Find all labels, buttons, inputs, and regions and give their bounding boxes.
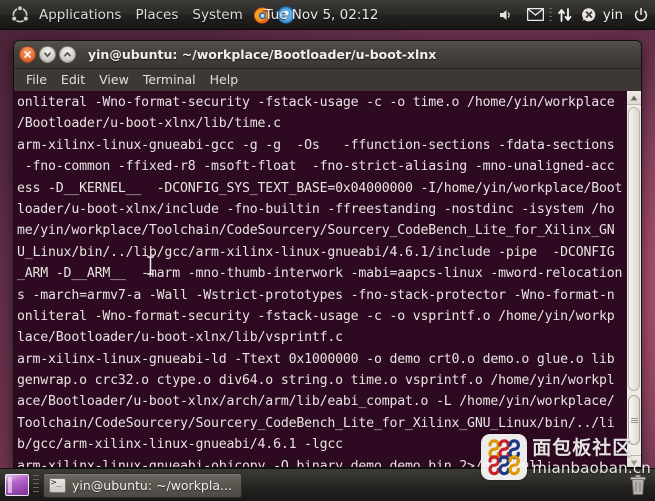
terminal-line: loader/u-boot-xlnx/include -fno-builtin … xyxy=(17,201,615,217)
scrollbar-grip xyxy=(630,419,638,421)
panel-handle[interactable] xyxy=(33,475,39,495)
terminal-line: onliteral -Wno-format-security -fstack-u… xyxy=(17,95,615,110)
scrollbar-track-upper[interactable] xyxy=(628,107,640,391)
terminal-line: -fno-common -ffixed-r8 -msoft-float -fno… xyxy=(17,159,615,175)
terminal-menu-terminal[interactable]: Terminal xyxy=(136,70,203,90)
close-icon[interactable] xyxy=(19,46,36,63)
terminal-line: _ARM -D__ARM__ -marm -mno-thumb-interwor… xyxy=(17,266,623,282)
user-name-label[interactable]: yin xyxy=(601,7,625,23)
scrollbar-trough[interactable] xyxy=(627,104,641,456)
watermark-text: 面包板社区 mianbaoban.cn xyxy=(532,436,651,477)
terminal-line: ace/Bootloader/u-boot-xlnx/arch/arm/lib/… xyxy=(17,394,615,410)
volume-icon[interactable] xyxy=(497,7,513,23)
terminal-line: onliteral -Wno-format-security -fstack-u… xyxy=(17,308,615,324)
watermark-domain: mianbaoban.cn xyxy=(532,458,651,477)
top-panel: Applications Places System ? Tue Nov 5, … xyxy=(0,0,655,30)
clock-label[interactable]: Tue Nov 5, 02:12 xyxy=(264,7,378,23)
terminal-menu-view[interactable]: View xyxy=(92,70,136,90)
user-status-icon[interactable] xyxy=(581,7,597,23)
taskbar-item-label: yin@ubuntu: ~/workpla... xyxy=(72,477,232,493)
desktop: Applications Places System ? Tue Nov 5, … xyxy=(0,0,655,501)
watermark-chinese: 面包板社区 xyxy=(532,436,633,459)
menu-system[interactable]: System xyxy=(185,4,249,26)
scrollbar-grip xyxy=(630,421,638,423)
watermark: 面包板社区 mianbaoban.cn xyxy=(481,434,651,480)
terminal-menu-file[interactable]: File xyxy=(19,70,54,90)
terminal-window-title: yin@ubuntu: ~/workplace/Bootloader/u-boo… xyxy=(88,47,437,62)
menu-applications[interactable]: Applications xyxy=(32,4,128,26)
tray-separator xyxy=(548,7,552,22)
terminal-body: onliteral -Wno-format-security -fstack-u… xyxy=(14,91,641,467)
terminal-line: genwrap.o crc32.o ctype.o div64.o string… xyxy=(17,373,615,389)
terminal-line: /Bootloader/u-boot-xlnx/lib/time.c xyxy=(17,116,281,132)
terminal-line: me/yin/workplace/Toolchain/CodeSourcery/… xyxy=(17,223,615,239)
terminal-line: U_Linux/bin/../lib/gcc/arm-xilinx-linux-… xyxy=(17,244,615,260)
terminal-output: onliteral -Wno-format-security -fstack-u… xyxy=(16,92,626,467)
minimize-icon[interactable] xyxy=(39,46,56,63)
terminal-scrollbar[interactable] xyxy=(626,91,641,467)
terminal-line: s -march=armv7-a -Wall -Wstrict-prototyp… xyxy=(17,287,615,303)
system-tray: yin xyxy=(413,7,655,23)
power-icon[interactable] xyxy=(633,7,649,23)
terminal-line: lace/Bootloader/u-boot-xlnx/lib/vsprintf… xyxy=(17,330,343,346)
taskbar-item-terminal[interactable]: yin@ubuntu: ~/workpla... xyxy=(43,472,242,498)
envelope-icon[interactable] xyxy=(526,8,544,21)
network-updown-icon[interactable] xyxy=(557,7,573,23)
terminal-line: ess -D__KERNEL__ -DCONFIG_SYS_TEXT_BASE=… xyxy=(17,180,623,196)
terminal-line: arm-xilinx-linux-gnueabi-ld -Ttext 0x100… xyxy=(17,351,615,367)
menu-places[interactable]: Places xyxy=(128,4,185,26)
terminal-icon xyxy=(49,477,66,493)
scroll-up-icon[interactable] xyxy=(627,91,641,104)
terminal-menu-edit[interactable]: Edit xyxy=(54,70,92,90)
terminal-window[interactable]: yin@ubuntu: ~/workplace/Bootloader/u-boo… xyxy=(13,40,642,468)
terminal-menubar: File Edit View Terminal Help xyxy=(14,69,641,91)
show-desktop-icon[interactable] xyxy=(5,474,29,496)
terminal-line: Toolchain/CodeSourcery/Sourcery_CodeBenc… xyxy=(17,415,615,431)
terminal-line: arm-xilinx-linux-gnueabi-gcc -g -g -Os -… xyxy=(17,137,615,153)
maximize-icon[interactable] xyxy=(59,46,76,63)
terminal-screen[interactable]: onliteral -Wno-format-security -fstack-u… xyxy=(14,91,626,467)
ubuntu-logo-icon[interactable] xyxy=(10,4,30,25)
mianbaoban-logo-icon xyxy=(481,434,528,480)
scrollbar-grip xyxy=(630,417,638,419)
terminal-titlebar[interactable]: yin@ubuntu: ~/workplace/Bootloader/u-boo… xyxy=(14,41,641,69)
terminal-menu-help[interactable]: Help xyxy=(203,70,246,90)
